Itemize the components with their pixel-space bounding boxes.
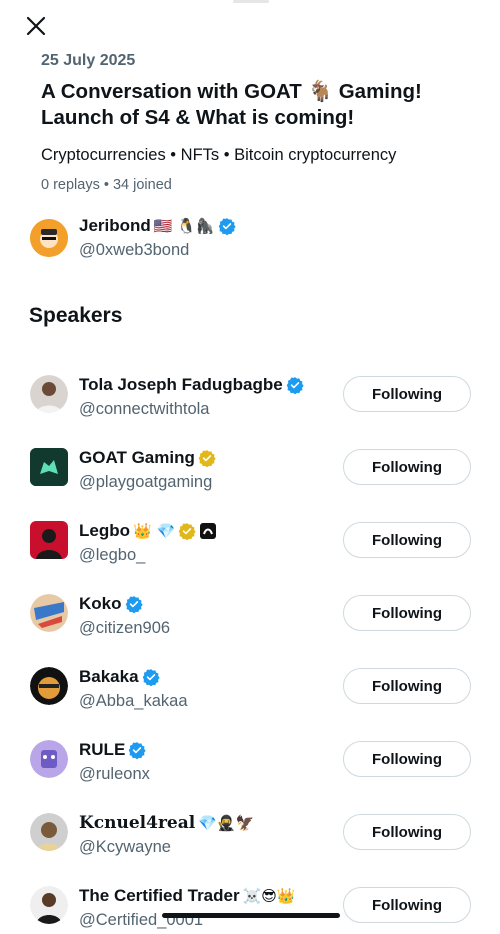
speaker-handle: @Kcywayne xyxy=(79,838,171,856)
verified-badge-icon xyxy=(218,218,236,235)
following-button[interactable]: Following xyxy=(343,887,471,923)
speaker-row[interactable]: Tola Joseph Fadugbagbe @connectwithtola … xyxy=(30,375,475,423)
speaker-name-line: Kcnuel4real 💎🥷🦅 xyxy=(79,813,254,833)
host-handle: @0xweb3bond xyxy=(79,241,190,259)
speaker-name: RULE xyxy=(79,740,126,759)
speaker-handle: @ruleonx xyxy=(79,765,150,783)
speaker-avatar-image xyxy=(30,813,68,851)
verified-badge-icon xyxy=(129,742,146,759)
space-title-line-2: Launch of S4 & What is coming! xyxy=(41,106,355,129)
speaker-handle: @playgoatgaming xyxy=(79,473,213,491)
speaker-row[interactable]: The Certified Trader ☠️😎👑 @Certified_000… xyxy=(30,886,475,934)
following-button[interactable]: Following xyxy=(343,522,471,558)
speaker-name-line: The Certified Trader ☠️😎👑 xyxy=(79,886,296,906)
speaker-handle: @Abba_kakaa xyxy=(79,692,188,710)
speaker-name-line: GOAT Gaming xyxy=(79,448,216,468)
speakers-heading: Speakers xyxy=(29,304,123,327)
speaker-row[interactable]: Bakaka @Abba_kakaa Following xyxy=(30,667,475,715)
host-avatar-image xyxy=(30,219,68,257)
space-stats: 0 replays • 34 joined xyxy=(41,177,172,193)
avatar[interactable] xyxy=(30,448,68,486)
speaker-name-line: Bakaka xyxy=(79,667,160,687)
speaker-name: The Certified Trader xyxy=(79,886,240,905)
speaker-avatar-image xyxy=(30,375,68,413)
following-button[interactable]: Following xyxy=(343,376,471,412)
speaker-row[interactable]: RULE @ruleonx Following xyxy=(30,740,475,788)
speaker-avatar-image xyxy=(30,521,68,559)
speaker-emojis: 👑 💎 xyxy=(133,521,176,540)
avatar[interactable] xyxy=(30,375,68,413)
host-row[interactable]: Jeribond 🇺🇸 🐧🦍 @0xweb3bond xyxy=(30,213,470,263)
host-name: Jeribond xyxy=(79,216,151,235)
speaker-name: Legbo xyxy=(79,521,130,540)
gold-verified-badge-icon xyxy=(178,523,196,540)
speaker-name: Tola Joseph Fadugbagbe xyxy=(79,375,283,394)
verified-badge-icon xyxy=(286,377,304,394)
space-date: 25 July 2025 xyxy=(41,52,136,69)
gold-verified-badge-icon xyxy=(198,450,216,467)
affiliate-badge-icon xyxy=(200,523,217,539)
speaker-row[interactable]: Legbo 👑 💎 @legbo_ Following xyxy=(30,521,475,569)
speaker-handle: @citizen906 xyxy=(79,619,171,637)
speaker-avatar-image xyxy=(30,594,68,632)
space-topics: Cryptocurrencies • NFTs • Bitcoin crypto… xyxy=(41,146,397,164)
speaker-row[interactable]: Kcnuel4real 💎🥷🦅 @Kcywayne Following xyxy=(30,813,475,861)
avatar[interactable] xyxy=(30,219,68,257)
speaker-emojis: ☠️😎👑 xyxy=(242,886,296,905)
avatar[interactable] xyxy=(30,667,68,705)
avatar[interactable] xyxy=(30,740,68,778)
close-button[interactable] xyxy=(24,14,48,38)
avatar[interactable] xyxy=(30,521,68,559)
speaker-name-line: RULE xyxy=(79,740,146,760)
speaker-name: Koko xyxy=(79,594,122,613)
speaker-handle: @legbo_ xyxy=(79,546,146,564)
speaker-name: Bakaka xyxy=(79,667,139,686)
home-indicator xyxy=(162,913,340,918)
speaker-avatar-image xyxy=(30,886,68,924)
speaker-avatar-image xyxy=(30,740,68,778)
speaker-name: Kcnuel4real xyxy=(79,813,196,833)
following-button[interactable]: Following xyxy=(343,668,471,704)
host-name-line: Jeribond 🇺🇸 🐧🦍 xyxy=(79,216,236,236)
verified-badge-icon xyxy=(142,669,160,686)
following-button[interactable]: Following xyxy=(343,449,471,485)
following-button[interactable]: Following xyxy=(343,595,471,631)
space-title-line-1: A Conversation with GOAT 🐐 Gaming! xyxy=(41,80,422,103)
sheet-grabber xyxy=(233,0,269,3)
speaker-name-line: Legbo 👑 💎 xyxy=(79,521,217,541)
verified-badge-icon xyxy=(125,596,143,613)
avatar[interactable] xyxy=(30,594,68,632)
speaker-name-line: Koko xyxy=(79,594,143,614)
speaker-emojis: 💎🥷🦅 xyxy=(198,813,255,832)
avatar[interactable] xyxy=(30,813,68,851)
avatar[interactable] xyxy=(30,886,68,924)
following-button[interactable]: Following xyxy=(343,741,471,777)
speaker-row[interactable]: Koko @citizen906 Following xyxy=(30,594,475,642)
speaker-avatar-image xyxy=(30,667,68,705)
speaker-name-line: Tola Joseph Fadugbagbe xyxy=(79,375,304,395)
host-emojis: 🇺🇸 🐧🦍 xyxy=(153,216,215,235)
goat-logo-icon xyxy=(30,448,68,486)
space-title: A Conversation with GOAT 🐐 Gaming! Launc… xyxy=(41,79,481,131)
speaker-name: GOAT Gaming xyxy=(79,448,195,467)
close-icon xyxy=(26,16,46,36)
speaker-handle: @connectwithtola xyxy=(79,400,210,418)
following-button[interactable]: Following xyxy=(343,814,471,850)
speaker-row[interactable]: GOAT Gaming @playgoatgaming Following xyxy=(30,448,475,496)
